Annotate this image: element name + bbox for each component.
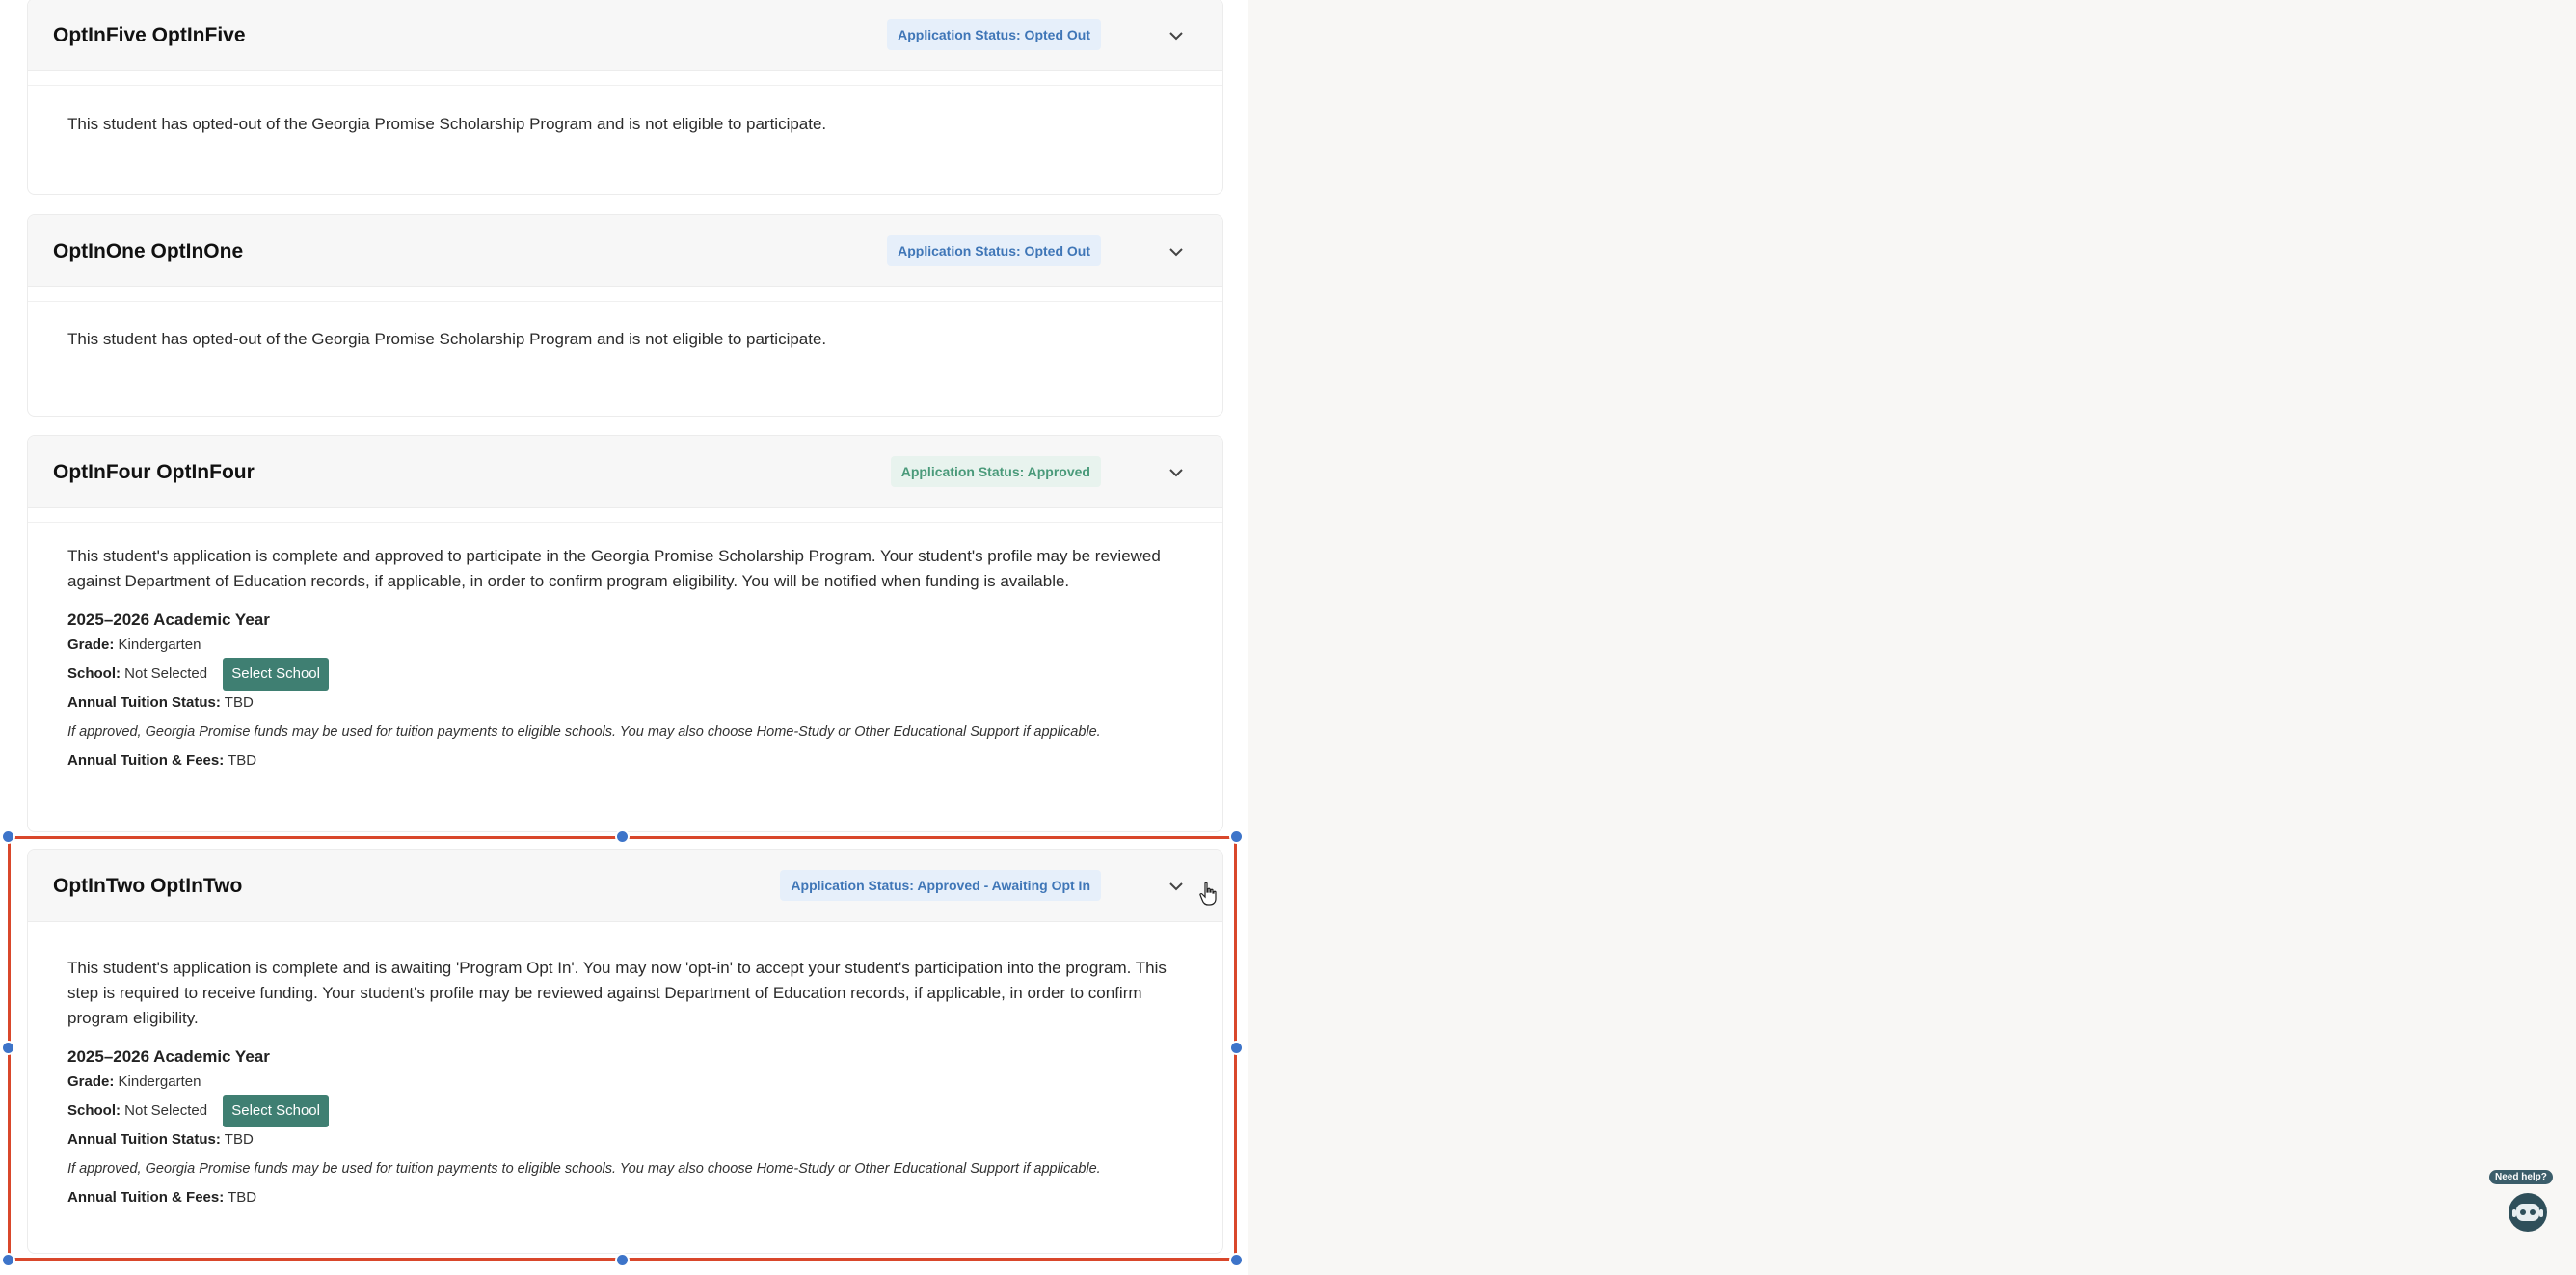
grade-row: Grade: Kindergarten [67, 633, 1184, 658]
student-card: OptInFour OptInFour Application Status: … [27, 435, 1223, 832]
resize-handle-middle-right[interactable] [1229, 1041, 1244, 1055]
resize-handle-top-middle[interactable] [615, 829, 630, 844]
fees-label: Annual Tuition & Fees: [67, 1189, 225, 1206]
student-status-message: This student has opted-out of the Georgi… [67, 115, 827, 133]
school-label: School: [67, 1101, 121, 1119]
divider [28, 508, 1222, 523]
academic-year-heading: 2025–2026 Academic Year [67, 1047, 270, 1066]
fees-row: Annual Tuition & Fees: TBD [67, 1185, 1184, 1210]
school-label: School: [67, 665, 121, 682]
tuition-status-value: TBD [224, 1131, 254, 1148]
resize-handle-bottom-middle[interactable] [615, 1253, 630, 1267]
hand-pointer-icon [1199, 882, 1217, 906]
divider [28, 287, 1222, 302]
status-badge: Application Status: Opted Out [887, 19, 1101, 50]
student-status-message: This student's application is complete a… [67, 547, 1161, 590]
grade-label: Grade: [67, 1073, 115, 1090]
grade-row: Grade: Kindergarten [67, 1070, 1184, 1095]
chevron-down-icon[interactable] [1167, 877, 1186, 896]
status-badge: Application Status: Approved [890, 456, 1101, 487]
resize-handle-top-right[interactable] [1229, 829, 1244, 844]
chevron-down-icon[interactable] [1167, 242, 1186, 261]
chatbot-icon[interactable] [2507, 1191, 2549, 1234]
funding-note: If approved, Georgia Promise funds may b… [67, 724, 1101, 740]
school-value: Not Selected [124, 665, 208, 682]
grade-label: Grade: [67, 637, 115, 653]
tuition-status-label: Annual Tuition Status: [67, 694, 221, 711]
fees-row: Annual Tuition & Fees: TBD [67, 748, 1184, 773]
school-row: School: Not Selected Select School [67, 658, 1184, 691]
funding-note: If approved, Georgia Promise funds may b… [67, 1161, 1101, 1177]
select-school-button[interactable]: Select School [223, 1095, 329, 1127]
student-status-message: This student's application is complete a… [67, 959, 1167, 1027]
school-row: School: Not Selected Select School [67, 1095, 1184, 1127]
tuition-status-row: Annual Tuition Status: TBD [67, 691, 1184, 716]
student-card-header[interactable]: OptInTwo OptInTwo Application Status: Ap… [28, 850, 1222, 922]
tuition-status-value: TBD [224, 694, 254, 711]
student-card-header[interactable]: OptInFive OptInFive Application Status: … [28, 0, 1222, 71]
resize-handle-bottom-left[interactable] [1, 1253, 15, 1267]
chevron-down-icon[interactable] [1167, 463, 1186, 482]
tuition-status-row: Annual Tuition Status: TBD [67, 1127, 1184, 1153]
student-name: OptInFive OptInFive [53, 24, 246, 46]
help-label[interactable]: Need help? [2489, 1170, 2553, 1184]
divider [28, 922, 1222, 936]
student-card: OptInFive OptInFive Application Status: … [27, 0, 1223, 195]
help-widget[interactable]: Need help? [2485, 1170, 2553, 1237]
academic-year-heading: 2025–2026 Academic Year [67, 610, 270, 629]
fees-value: TBD [228, 752, 257, 769]
grade-value: Kindergarten [118, 637, 201, 653]
chevron-down-icon[interactable] [1167, 26, 1186, 45]
student-applications-panel: OptInFive OptInFive Application Status: … [0, 0, 1248, 1275]
student-name: OptInOne OptInOne [53, 240, 244, 262]
student-name: OptInTwo OptInTwo [53, 875, 243, 897]
student-status-message: This student has opted-out of the Georgi… [67, 330, 827, 348]
status-badge: Application Status: Opted Out [887, 235, 1101, 266]
student-card-header[interactable]: OptInFour OptInFour Application Status: … [28, 436, 1222, 508]
student-card: OptInOne OptInOne Application Status: Op… [27, 214, 1223, 417]
student-name: OptInFour OptInFour [53, 461, 255, 483]
school-value: Not Selected [124, 1101, 208, 1119]
resize-handle-top-left[interactable] [1, 829, 15, 844]
fees-value: TBD [228, 1189, 257, 1206]
select-school-button[interactable]: Select School [223, 658, 329, 691]
grade-value: Kindergarten [118, 1073, 201, 1090]
resize-handle-middle-left[interactable] [1, 1041, 15, 1055]
student-card-header[interactable]: OptInOne OptInOne Application Status: Op… [28, 215, 1222, 287]
status-badge: Application Status: Approved - Awaiting … [780, 870, 1101, 901]
student-card: OptInTwo OptInTwo Application Status: Ap… [27, 849, 1223, 1254]
fees-label: Annual Tuition & Fees: [67, 752, 225, 769]
resize-handle-bottom-right[interactable] [1229, 1253, 1244, 1267]
divider [28, 71, 1222, 86]
tuition-status-label: Annual Tuition Status: [67, 1131, 221, 1148]
